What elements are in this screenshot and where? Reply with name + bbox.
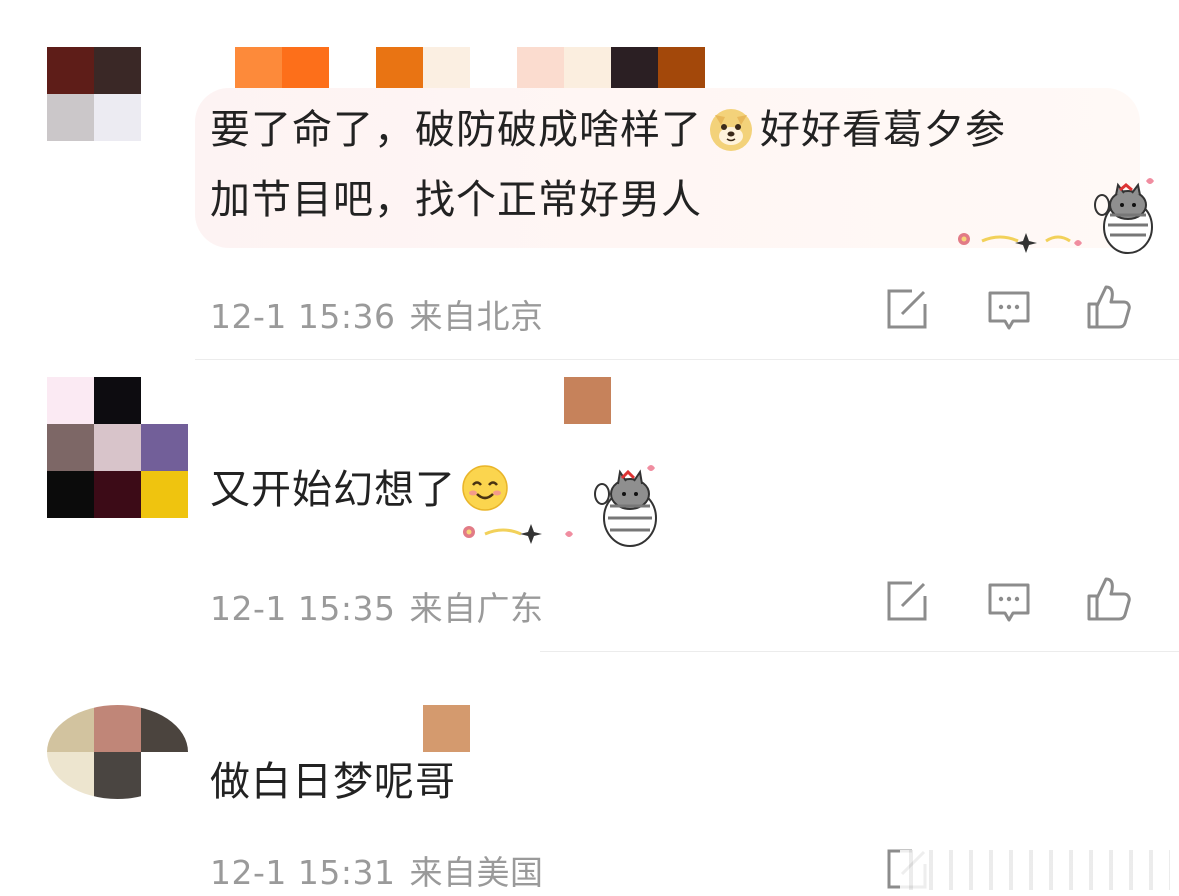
avatar-pixel <box>47 471 94 518</box>
avatar-pixel <box>47 94 94 141</box>
avatar-pixel <box>94 47 141 94</box>
avatar-pixel <box>47 752 94 799</box>
comment-text: 做白日梦呢哥 <box>210 747 456 817</box>
avatar-pixel <box>47 377 94 424</box>
comment-meta: 12-1 15:31 来自美国 <box>210 846 558 894</box>
avatar-pixel <box>94 471 141 518</box>
avatar-pixel <box>47 47 94 94</box>
location: 来自北京 <box>409 297 544 336</box>
comment-icon[interactable] <box>986 288 1032 334</box>
comment-meta: 12-1 15:36 来自北京 <box>210 290 558 338</box>
watermark-overlay <box>900 850 1170 890</box>
timestamp: 12-1 15:31 <box>210 853 396 892</box>
share-icon[interactable] <box>884 286 930 332</box>
location: 来自美国 <box>409 853 544 892</box>
avatar-pixel <box>94 705 141 752</box>
comment-item: 要了命了，破防破成啥样了 好好看葛夕参 加节目吧，找个正常好男人 12-1 15… <box>0 0 1179 360</box>
comment-text-part: 要了命了，破防破成啥样了 <box>210 107 702 153</box>
avatar-pixel <box>141 377 188 424</box>
share-icon[interactable] <box>884 578 930 624</box>
username-mosaic[interactable] <box>423 705 470 752</box>
avatar[interactable] <box>47 47 141 141</box>
timestamp: 12-1 15:35 <box>210 589 396 628</box>
username-mosaic[interactable] <box>564 377 611 424</box>
username-mosaic[interactable] <box>235 47 705 94</box>
comment-icon[interactable] <box>986 580 1032 626</box>
avatar-pixel <box>47 705 94 752</box>
avatar-pixel <box>94 424 141 471</box>
like-icon[interactable] <box>1086 284 1132 330</box>
avatar[interactable] <box>47 705 188 799</box>
cat-sticker-icon <box>958 178 1154 254</box>
like-icon[interactable] <box>1086 576 1132 622</box>
doge-icon <box>710 109 752 151</box>
avatar-pixel <box>94 377 141 424</box>
location: 来自广东 <box>409 589 544 628</box>
comment-meta: 12-1 15:35 来自广东 <box>210 582 558 630</box>
avatar-pixel <box>94 94 141 141</box>
comment-text-part: 加节目吧，找个正常好男人 <box>210 177 702 223</box>
avatar-pixel <box>141 705 188 752</box>
avatar-pixel <box>141 424 188 471</box>
cat-sticker-icon <box>463 465 657 547</box>
comment-text-part: 好好看葛夕参 <box>760 107 1006 153</box>
avatar-pixel <box>141 752 188 799</box>
comment-item: 又开始幻想了 12-1 15:35 来自广东 <box>0 360 1179 652</box>
avatar-pixel <box>47 424 94 471</box>
avatar-pixel <box>94 752 141 799</box>
avatar-pixel <box>141 471 188 518</box>
timestamp: 12-1 15:36 <box>210 297 396 336</box>
avatar[interactable] <box>47 377 188 518</box>
comment-text-part: 又开始幻想了 <box>210 467 456 513</box>
comment-item: 做白日梦呢哥 12-1 15:31 来自美国 <box>0 652 1179 896</box>
comment-text-part: 做白日梦呢哥 <box>210 759 456 805</box>
